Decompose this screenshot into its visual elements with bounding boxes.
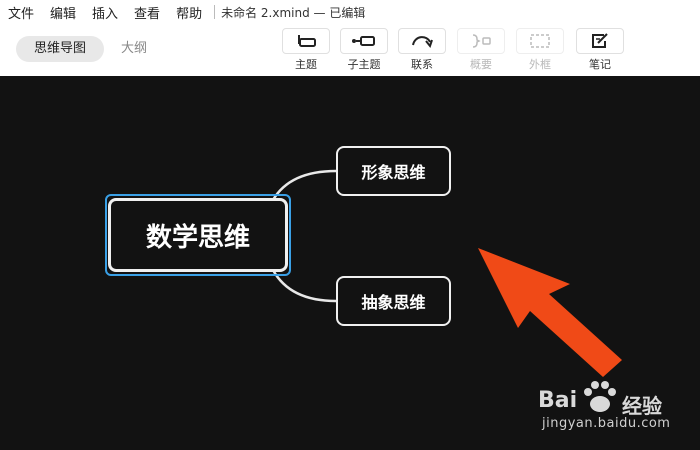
relationship-label: 联系 — [411, 58, 433, 71]
tab-outline[interactable]: 大纲 — [110, 36, 158, 62]
note-button[interactable]: 笔记 — [576, 28, 624, 74]
relationship-button[interactable]: 联系 — [398, 28, 446, 74]
topic-button[interactable]: 主题 — [282, 28, 330, 74]
mindmap-canvas[interactable]: 数学思维 形象思维 抽象思维 Bai 经验 jingyan.baidu.com — [0, 76, 700, 450]
note-label: 笔记 — [589, 58, 611, 71]
watermark-url: jingyan.baidu.com — [542, 416, 671, 431]
menu-edit[interactable]: 编辑 — [42, 3, 84, 22]
document-title: 未命名 2.xmind — 已编辑 — [221, 5, 366, 20]
baidu-paw-icon — [584, 381, 616, 412]
menu-view[interactable]: 查看 — [126, 3, 168, 22]
topic-label: 主题 — [295, 58, 317, 71]
menu-bar: 文件 编辑 插入 查看 帮助 未命名 2.xmind — 已编辑 — [0, 0, 700, 24]
subtopic-icon — [340, 28, 388, 54]
menu-help[interactable]: 帮助 — [168, 3, 210, 22]
menu-insert[interactable]: 插入 — [84, 3, 126, 22]
relationship-icon — [398, 28, 446, 54]
topic-icon — [282, 28, 330, 54]
subtopic-button[interactable]: 子主题 — [340, 28, 388, 74]
note-icon — [576, 28, 624, 54]
boundary-button[interactable]: 外框 — [516, 28, 564, 74]
xmind-window: 文件 编辑 插入 查看 帮助 未命名 2.xmind — 已编辑 思维导图 大纲… — [0, 0, 700, 450]
summary-label: 概要 — [470, 58, 492, 71]
watermark-brand: Bai — [538, 388, 578, 413]
boundary-icon — [516, 28, 564, 54]
summary-button[interactable]: 概要 — [457, 28, 505, 74]
summary-icon — [457, 28, 505, 54]
boundary-label: 外框 — [529, 58, 551, 71]
tab-mindmap[interactable]: 思维导图 — [16, 36, 104, 62]
toolbar: 思维导图 大纲 主题 子主题 联系 概要 外框 笔记 — [0, 24, 700, 76]
watermark-jingyan: 经验 — [622, 394, 662, 418]
menu-file[interactable]: 文件 — [0, 3, 42, 22]
menu-divider — [214, 5, 216, 19]
subtopic-label: 子主题 — [347, 58, 381, 71]
